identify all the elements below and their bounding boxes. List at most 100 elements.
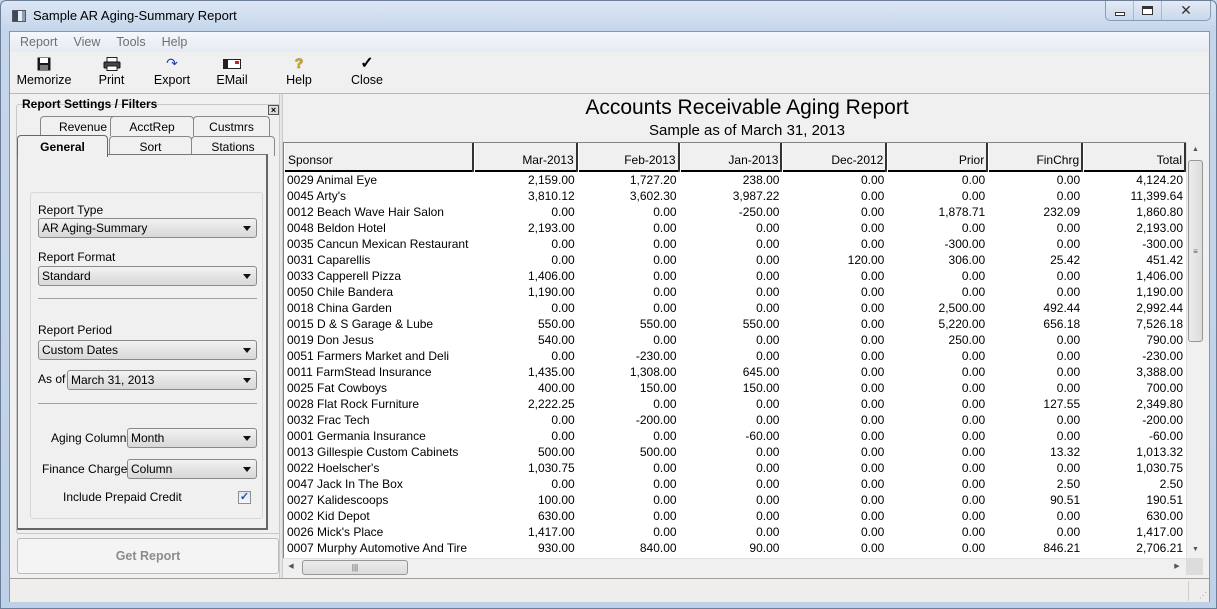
minimize-icon bbox=[1114, 11, 1125, 16]
finance-charges-select[interactable]: Column bbox=[127, 459, 257, 479]
table-row[interactable]: 0051 Farmers Market and Deli 0.00 -230.00 0… bbox=[284, 348, 1186, 364]
tab-general[interactable]: General bbox=[17, 135, 108, 157]
amount-cell: -200.00 bbox=[1142, 413, 1184, 427]
close-button[interactable]: ✓ Close bbox=[333, 52, 401, 94]
table-row[interactable]: 0015 D & S Garage & Lube 550.00 550.00 550.… bbox=[284, 316, 1186, 332]
amount-cell: -230.00 bbox=[635, 349, 677, 363]
amount-cell: 150.00 bbox=[742, 381, 780, 395]
aging-columns-select[interactable]: Month bbox=[127, 428, 257, 448]
amount-cell: 0.00 bbox=[653, 509, 677, 523]
as-of-date-select[interactable]: March 31, 2013 bbox=[67, 370, 257, 390]
horizontal-scroll-thumb[interactable]: ||| bbox=[302, 560, 408, 575]
amount-cell: 2,222.25 bbox=[527, 397, 575, 411]
tab-acctrep[interactable]: AcctRep bbox=[110, 116, 194, 136]
table-row[interactable]: 0011 FarmStead Insurance 1,435.00 1,308.00… bbox=[284, 364, 1186, 380]
table-row[interactable]: 0001 Germania Insurance 0.00 0.00 -60.00 0.0… bbox=[284, 428, 1186, 444]
table-row[interactable]: 0027 Kalidescoops 100.00 0.00 0.00 0.00 0.00 9… bbox=[284, 492, 1186, 508]
table-row[interactable]: 0048 Beldon Hotel 2,193.00 0.00 0.00 0.00 0.0… bbox=[284, 220, 1186, 236]
panel-close-button[interactable]: × bbox=[268, 105, 279, 115]
report-period-select[interactable]: Custom Dates bbox=[38, 340, 257, 360]
table-row[interactable]: 0031 Caparellis 0.00 0.00 0.00 120.00 306.00 2… bbox=[284, 252, 1186, 268]
include-prepaid-checkbox[interactable]: ✓ bbox=[238, 491, 251, 504]
amount-cell: 0.00 bbox=[756, 493, 780, 507]
table-row[interactable]: 0013 Gillespie Custom Cabinets 500.00 500.… bbox=[284, 444, 1186, 460]
amount-cell: 0.00 bbox=[1056, 509, 1081, 523]
vertical-scroll-thumb[interactable]: ≡ bbox=[1188, 160, 1203, 342]
get-report-button[interactable]: Get Report bbox=[17, 538, 279, 574]
email-button[interactable]: EMail bbox=[199, 52, 265, 94]
menu-report[interactable]: Report bbox=[12, 35, 66, 49]
help-button[interactable]: ? Help bbox=[265, 52, 333, 94]
table-row[interactable]: 0002 Kid Depot 630.00 0.00 0.00 0.00 0.00 0.00… bbox=[284, 508, 1186, 524]
tab-stations[interactable]: Stations bbox=[191, 136, 275, 156]
amount-cell: 0.00 bbox=[1056, 333, 1081, 347]
print-button[interactable]: Print bbox=[78, 52, 145, 94]
close-icon: ✕ bbox=[1180, 2, 1192, 19]
memorize-button[interactable]: Memorize bbox=[10, 52, 78, 94]
table-row[interactable]: 0029 Animal Eye 2,159.00 1,727.20 238.00 0.0… bbox=[284, 172, 1186, 188]
amount-cell: 0.00 bbox=[551, 237, 575, 251]
export-button[interactable]: ↷ Export bbox=[145, 52, 199, 94]
table-row[interactable]: 0047 Jack In The Box 0.00 0.00 0.00 0.00 0.00… bbox=[284, 476, 1186, 492]
table-row[interactable]: 0007 Murphy Automotive And Tire 930.00 840… bbox=[284, 540, 1186, 556]
tab-sort[interactable]: Sort bbox=[109, 136, 192, 156]
table-row[interactable]: 0032 Frac Tech 0.00 -200.00 0.00 0.00 0.00 0.0… bbox=[284, 412, 1186, 428]
close-window-button[interactable]: ✕ bbox=[1162, 1, 1210, 20]
column-header-total[interactable]: Total bbox=[1083, 143, 1186, 172]
scroll-left-arrow-icon[interactable]: ◀ bbox=[283, 559, 299, 575]
column-header-prior[interactable]: Prior bbox=[887, 143, 989, 172]
amount-cell: 0.00 bbox=[756, 301, 780, 315]
column-header-sponsor[interactable]: Sponsor bbox=[284, 143, 474, 172]
amount-cell: -250.00 bbox=[738, 205, 780, 219]
table-row[interactable]: 0028 Flat Rock Furniture 2,222.25 0.00 0.00… bbox=[284, 396, 1186, 412]
table-row[interactable]: 0018 China Garden 0.00 0.00 0.00 0.00 2,500.0… bbox=[284, 300, 1186, 316]
column-header-mar-2013[interactable]: Mar-2013 bbox=[473, 143, 578, 172]
amount-cell: 0.00 bbox=[860, 493, 885, 507]
report-type-select[interactable]: AR Aging-Summary bbox=[38, 218, 257, 238]
amount-cell: 0.00 bbox=[961, 477, 986, 491]
sponsor-cell: 0045 Arty's bbox=[287, 189, 346, 203]
amount-cell: 90.00 bbox=[749, 541, 780, 555]
scroll-right-arrow-icon[interactable]: ▶ bbox=[1169, 559, 1185, 575]
sponsor-cell: 0028 Flat Rock Furniture bbox=[287, 397, 420, 411]
amount-cell: 0.00 bbox=[860, 221, 885, 235]
amount-cell: 0.00 bbox=[961, 397, 986, 411]
table-row[interactable]: 0019 Don Jesus 540.00 0.00 0.00 0.00 250.00 0.… bbox=[284, 332, 1186, 348]
menu-view[interactable]: View bbox=[66, 35, 109, 49]
amount-cell: 0.00 bbox=[551, 477, 575, 491]
scroll-up-arrow-icon[interactable]: ▲ bbox=[1187, 142, 1204, 158]
vertical-scrollbar[interactable]: ▲ ≡ ▼ bbox=[1186, 142, 1203, 558]
amount-cell: 1,030.75 bbox=[527, 461, 575, 475]
column-header-feb-2013[interactable]: Feb-2013 bbox=[577, 143, 680, 172]
amount-cell: 0.00 bbox=[860, 189, 885, 203]
amount-cell: 1,406.00 bbox=[527, 269, 575, 283]
table-row[interactable]: 0045 Arty's 3,810.12 3,602.30 3,987.22 0.00 0… bbox=[284, 188, 1186, 204]
horizontal-scrollbar[interactable]: ◀ ||| ▶ bbox=[283, 558, 1186, 575]
maximize-button[interactable] bbox=[1134, 1, 1162, 20]
column-header-jan-2013[interactable]: Jan-2013 bbox=[679, 143, 783, 172]
menu-tools[interactable]: Tools bbox=[108, 35, 153, 49]
table-row[interactable]: 0050 Chile Bandera 1,190.00 0.00 0.00 0.00 0.… bbox=[284, 284, 1186, 300]
status-pane-divider bbox=[1188, 581, 1189, 601]
column-header-finchrg[interactable]: FinChrg bbox=[988, 143, 1084, 172]
table-row[interactable]: 0035 Cancun Mexican Restaurant 0.00 0.00 0.… bbox=[284, 236, 1186, 252]
amount-cell: 0.00 bbox=[653, 333, 677, 347]
menu-help[interactable]: Help bbox=[154, 35, 196, 49]
table-row[interactable]: 0033 Capperell Pizza 1,406.00 0.00 0.00 0.00… bbox=[284, 268, 1186, 284]
column-header-dec-2012[interactable]: Dec-2012 bbox=[782, 143, 888, 172]
checkmark-icon: ✓ bbox=[239, 491, 250, 503]
table-row[interactable]: 0026 Mick's Place 1,417.00 0.00 0.00 0.00 0.0… bbox=[284, 524, 1186, 540]
minimize-button[interactable] bbox=[1106, 1, 1134, 20]
amount-cell: 656.18 bbox=[1043, 317, 1081, 331]
report-format-select[interactable]: Standard bbox=[38, 266, 257, 286]
resize-grip-icon[interactable]: ⋰ bbox=[1199, 591, 1207, 600]
amount-cell: 0.00 bbox=[1056, 189, 1081, 203]
grid-header: Sponsor Mar-2013 Feb-2013 Jan-2013 Dec-2012 P… bbox=[284, 143, 1186, 172]
table-row[interactable]: 0025 Fat Cowboys 400.00 150.00 150.00 0.00 0.… bbox=[284, 380, 1186, 396]
scroll-down-arrow-icon[interactable]: ▼ bbox=[1187, 542, 1204, 558]
table-row[interactable]: 0012 Beach Wave Hair Salon 0.00 0.00 -250.0… bbox=[284, 204, 1186, 220]
tab-custmrs[interactable]: Custmrs bbox=[193, 116, 270, 136]
table-row[interactable]: 0022 Hoelscher's 1,030.75 0.00 0.00 0.00 0.00… bbox=[284, 460, 1186, 476]
close-label: Close bbox=[351, 73, 383, 87]
amount-cell: 0.00 bbox=[860, 365, 885, 379]
